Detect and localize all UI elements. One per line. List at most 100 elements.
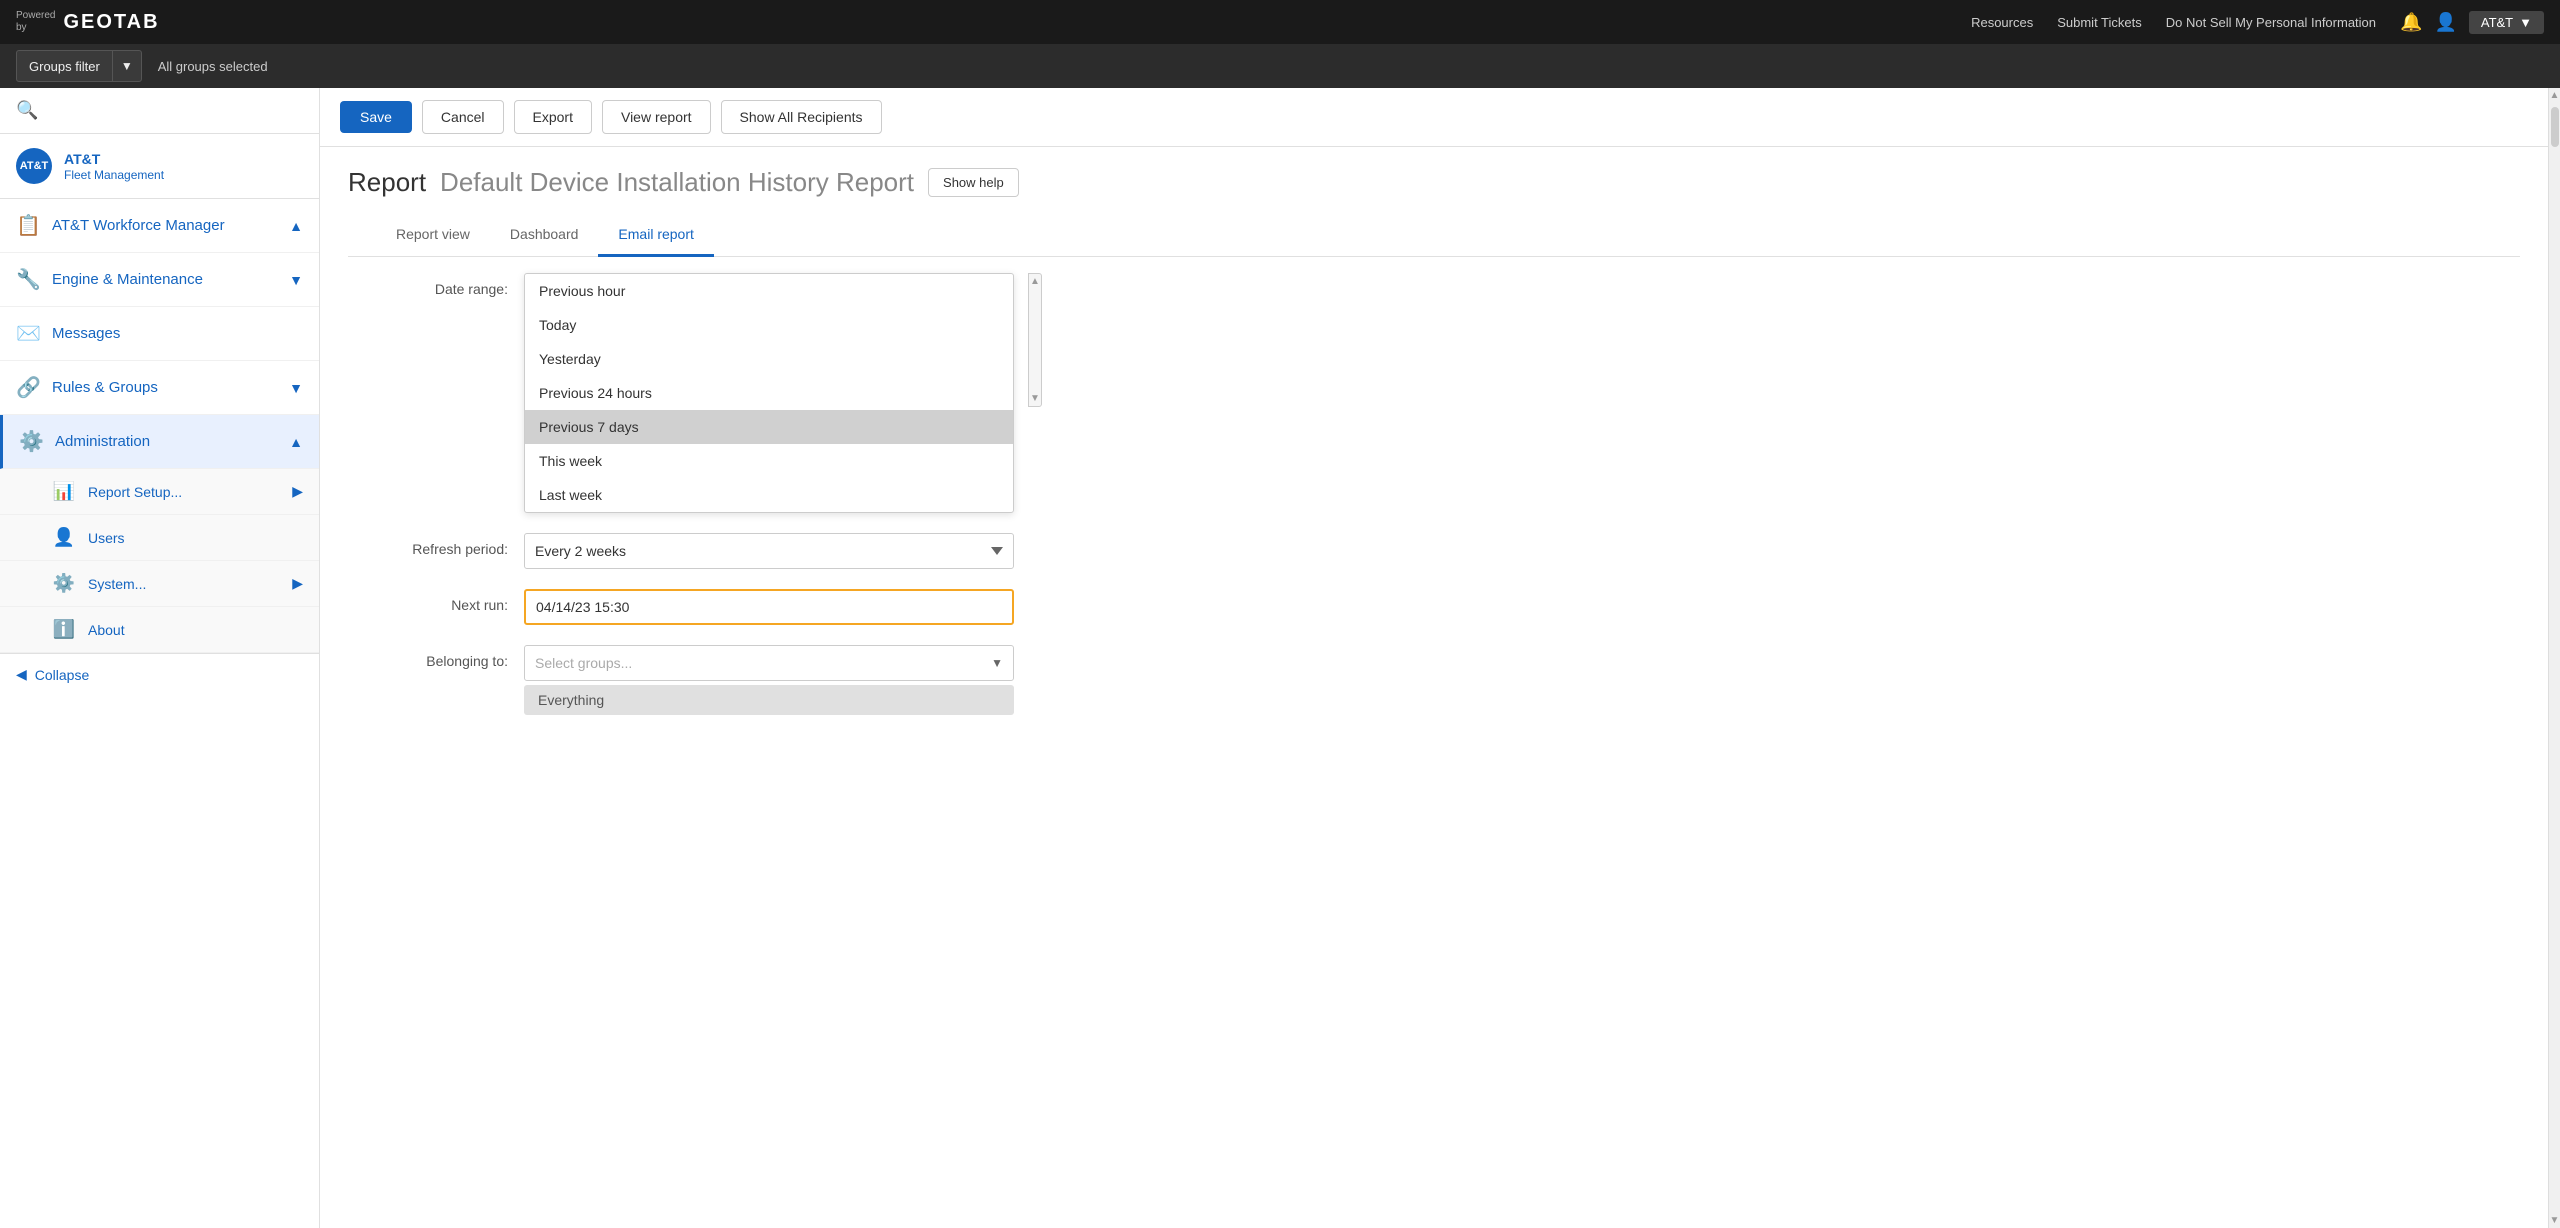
refresh-period-label: Refresh period: (348, 533, 508, 557)
messages-icon: ✉️ (16, 321, 40, 346)
tab-report-view[interactable]: Report view (376, 214, 490, 257)
app-layout: 🔍 AT&T AT&T Fleet Management 📋 AT&T Work… (0, 88, 2560, 1228)
form-area: Date range: Previous hour Today Yesterda… (320, 257, 2548, 1228)
show-help-button[interactable]: Show help (928, 168, 1019, 197)
report-title-word: Report (348, 167, 426, 198)
group-select-caret-icon: ▼ (991, 656, 1003, 670)
dropdown-option-last-week[interactable]: Last week (525, 478, 1013, 512)
sidebar-sub-item-label: Report Setup... (88, 484, 280, 500)
about-icon: ℹ️ (52, 619, 76, 640)
dropdown-option-this-week[interactable]: This week (525, 444, 1013, 478)
right-scrollbar-down-arrow[interactable]: ▼ (2550, 1215, 2560, 1226)
tab-email-report[interactable]: Email report (598, 214, 713, 257)
scrollbar-up-arrow[interactable]: ▲ (1030, 276, 1040, 287)
export-button[interactable]: Export (514, 100, 592, 134)
dropdown-option-previous-7[interactable]: Previous 7 days (525, 410, 1013, 444)
tab-dashboard[interactable]: Dashboard (490, 214, 599, 257)
refresh-period-select[interactable]: Every 2 weeks (524, 533, 1014, 569)
sidebar-sub-item-system[interactable]: ⚙️ System... ▶ (0, 561, 319, 607)
sidebar-item-engine-maintenance[interactable]: 🔧 Engine & Maintenance ▼ (0, 253, 319, 307)
view-report-button[interactable]: View report (602, 100, 711, 134)
dropdown-option-today[interactable]: Today (525, 308, 1013, 342)
everything-tag: Everything (524, 685, 1014, 715)
sidebar-item-label: Engine & Maintenance (52, 271, 277, 288)
report-title-area: Report Default Device Installation Histo… (348, 167, 2520, 198)
filter-bar-selected-text: All groups selected (158, 59, 268, 74)
report-title-name: Default Device Installation History Repo… (440, 167, 914, 198)
sidebar-sub-item-users[interactable]: 👤 Users (0, 515, 319, 561)
administration-icon: ⚙️ (19, 429, 43, 454)
sidebar-search-area: 🔍 (0, 88, 319, 134)
save-button[interactable]: Save (340, 101, 412, 133)
user-menu-button[interactable]: AT&T ▼ (2469, 11, 2544, 34)
user-icon[interactable]: 👤 (2434, 12, 2456, 33)
top-nav-icons: 🔔 👤 AT&T ▼ (2400, 11, 2544, 34)
sidebar-item-label: Administration (55, 433, 277, 450)
sidebar-item-att-workforce[interactable]: 📋 AT&T Workforce Manager ▲ (0, 199, 319, 253)
top-nav-links: Resources Submit Tickets Do Not Sell My … (1971, 11, 2544, 34)
belonging-to-label: Belonging to: (348, 645, 508, 669)
notification-icon[interactable]: 🔔 (2400, 12, 2422, 33)
date-range-label: Date range: (348, 273, 508, 297)
sidebar-item-messages[interactable]: ✉️ Messages (0, 307, 319, 361)
cancel-button[interactable]: Cancel (422, 100, 504, 134)
submit-tickets-link[interactable]: Submit Tickets (2057, 15, 2142, 30)
sidebar-sub-item-report-setup[interactable]: 📊 Report Setup... ▶ (0, 469, 319, 515)
resources-link[interactable]: Resources (1971, 15, 2033, 30)
date-range-dropdown[interactable]: Previous hour Today Yesterday Previous 2… (524, 273, 1014, 513)
report-setup-icon: 📊 (52, 481, 76, 502)
belonging-to-wrapper: Select groups... ▼ Everything (524, 645, 1014, 715)
next-run-label: Next run: (348, 589, 508, 613)
main-content: Save Cancel Export View report Show All … (320, 88, 2548, 1228)
sidebar-item-label: AT&T Workforce Manager (52, 217, 277, 234)
collapse-label: Collapse (35, 667, 89, 683)
chevron-up-icon: ▲ (289, 434, 303, 450)
report-header: Report Default Device Installation Histo… (320, 147, 2548, 257)
right-scrollbar-up-arrow[interactable]: ▲ (2550, 90, 2560, 101)
company-name: AT&T (64, 150, 164, 168)
sidebar-sub-item-about[interactable]: ℹ️ About (0, 607, 319, 653)
geotab-logo: GEOTAB (63, 11, 159, 34)
groups-filter-label: Groups filter (17, 59, 112, 74)
system-icon: ⚙️ (52, 573, 76, 594)
do-not-sell-link[interactable]: Do Not Sell My Personal Information (2166, 15, 2376, 30)
next-run-row: Next run: (348, 589, 2520, 625)
refresh-period-row: Refresh period: Every 2 weeks (348, 533, 2520, 569)
chevron-down-icon: ▼ (289, 272, 303, 288)
company-initials: AT&T (20, 160, 49, 172)
sidebar-item-label: Messages (52, 325, 303, 342)
sidebar-item-rules-groups[interactable]: 🔗 Rules & Groups ▼ (0, 361, 319, 415)
chevron-right-icon: ▶ (292, 575, 303, 592)
groups-filter-button[interactable]: Groups filter ▼ (16, 50, 142, 82)
dropdown-option-previous-24[interactable]: Previous 24 hours (525, 376, 1013, 410)
tabs-bar: Report view Dashboard Email report (348, 214, 2520, 257)
att-workforce-icon: 📋 (16, 213, 40, 238)
scrollbar-down-arrow[interactable]: ▼ (1030, 393, 1040, 404)
groups-filter-caret-icon: ▼ (112, 51, 141, 81)
logo-area: Powered by GEOTAB (16, 10, 160, 34)
rules-icon: 🔗 (16, 375, 40, 400)
sidebar-sub-item-label: About (88, 622, 303, 638)
filter-bar: Groups filter ▼ All groups selected (0, 44, 2560, 88)
powered-by-text: Powered by (16, 10, 55, 34)
dropdown-option-previous-hour[interactable]: Previous hour (525, 274, 1013, 308)
dropdown-scrollbar: ▲ ▼ (1028, 273, 1042, 407)
next-run-input[interactable] (524, 589, 1014, 625)
right-scrollbar-thumb[interactable] (2551, 107, 2559, 147)
search-icon[interactable]: 🔍 (16, 100, 38, 121)
company-sub: Fleet Management (64, 168, 164, 182)
chevron-right-icon: ▶ (292, 483, 303, 500)
show-all-recipients-button[interactable]: Show All Recipients (721, 100, 882, 134)
users-icon: 👤 (52, 527, 76, 548)
sidebar-item-administration[interactable]: ⚙️ Administration ▲ (0, 415, 319, 469)
group-select-input[interactable]: Select groups... ▼ (524, 645, 1014, 681)
collapse-button[interactable]: ◀ Collapse (0, 653, 319, 695)
dropdown-option-yesterday[interactable]: Yesterday (525, 342, 1013, 376)
sidebar-company: AT&T AT&T Fleet Management (0, 134, 319, 199)
chevron-up-icon: ▲ (289, 218, 303, 234)
top-navigation: Powered by GEOTAB Resources Submit Ticke… (0, 0, 2560, 44)
collapse-icon: ◀ (16, 666, 27, 683)
sidebar: 🔍 AT&T AT&T Fleet Management 📋 AT&T Work… (0, 88, 320, 1228)
engine-icon: 🔧 (16, 267, 40, 292)
toolbar: Save Cancel Export View report Show All … (320, 88, 2548, 147)
